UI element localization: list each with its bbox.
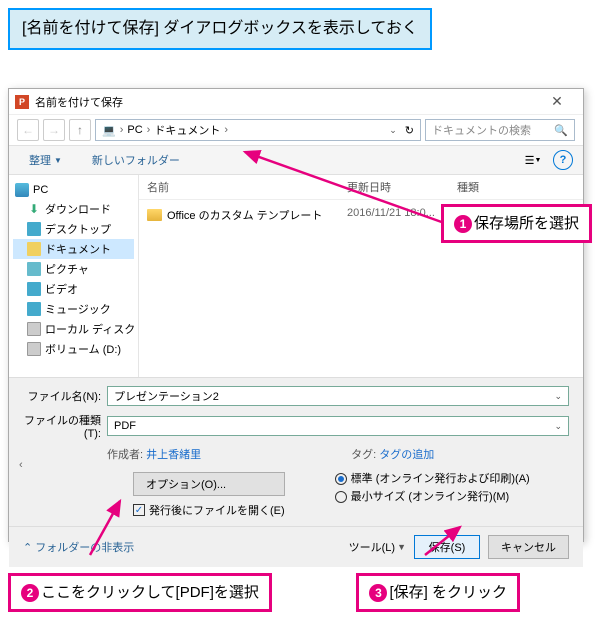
chevron-right-icon: ›	[224, 124, 228, 136]
videos-icon	[27, 282, 41, 296]
up-button[interactable]: ↑	[69, 119, 91, 141]
dialog-footer: ⌃ フォルダーの非表示 ツール(L)▼ 保存(S) キャンセル	[9, 526, 583, 567]
nav-bar: ← → ↑ 💻 › PC › ドキュメント › ⌄ ↻ ドキュメントの検索 🔍	[9, 115, 583, 145]
hide-folders-button[interactable]: ⌃ フォルダーの非表示	[23, 539, 134, 555]
callout-number: 1	[454, 215, 472, 233]
titlebar: P 名前を付けて保存 ✕	[9, 89, 583, 115]
chevron-up-icon: ⌃	[23, 541, 32, 554]
col-date[interactable]: 更新日時	[347, 179, 457, 195]
close-icon[interactable]: ✕	[537, 93, 577, 110]
tree-videos[interactable]: ビデオ	[13, 279, 134, 299]
radio-minimum[interactable]: 最小サイズ (オンライン発行)(M)	[335, 490, 530, 504]
new-folder-button[interactable]: 新しいフォルダー	[82, 149, 190, 171]
tree-pictures[interactable]: ピクチャ	[13, 259, 134, 279]
folder-tree: PC ⬇ダウンロード デスクトップ ドキュメント ピクチャ ビデオ ミュージック…	[9, 175, 139, 377]
callout-2: 2ここをクリックして[PDF]を選択	[8, 573, 272, 612]
callout-1: 1保存場所を選択	[441, 204, 592, 243]
refresh-icon[interactable]: ↻	[405, 124, 414, 137]
cancel-button[interactable]: キャンセル	[488, 535, 569, 559]
author-label: 作成者:	[107, 449, 143, 461]
tree-documents[interactable]: ドキュメント	[13, 239, 134, 259]
dialog-title: 名前を付けて保存	[35, 94, 537, 110]
callout-3: 3[保存] をクリック	[356, 573, 520, 612]
download-icon: ⬇	[27, 202, 41, 216]
form-area: ファイル名(N): プレゼンテーション2⌄ ファイルの種類(T): PDF⌄ 作…	[9, 377, 583, 526]
search-placeholder: ドキュメントの検索	[432, 122, 531, 138]
callout-number: 3	[369, 584, 387, 602]
tree-downloads[interactable]: ⬇ダウンロード	[13, 199, 134, 219]
radio-icon	[335, 473, 347, 485]
organize-button[interactable]: 整理▼	[19, 149, 72, 171]
breadcrumb-folder[interactable]: ドキュメント	[154, 122, 220, 138]
tree-volume[interactable]: ボリューム (D:)	[13, 339, 134, 359]
disk-icon	[27, 322, 41, 336]
filename-label: ファイル名(N):	[23, 388, 101, 404]
pc-icon: 💻	[102, 124, 116, 137]
radio-icon	[335, 491, 347, 503]
save-as-dialog: P 名前を付けて保存 ✕ ← → ↑ 💻 › PC › ドキュメント › ⌄ ↻…	[8, 88, 584, 542]
back-button[interactable]: ←	[17, 119, 39, 141]
chevron-down-icon: ⌄	[554, 421, 562, 432]
breadcrumb-pc[interactable]: PC	[127, 124, 142, 136]
author-value[interactable]: 井上香緒里	[146, 449, 201, 461]
desktop-icon	[27, 222, 41, 236]
options-button[interactable]: オプション(O)...	[133, 472, 285, 496]
powerpoint-icon: P	[15, 95, 29, 109]
file-list-header: 名前 更新日時 種類	[139, 175, 583, 200]
filetype-select[interactable]: PDF⌄	[107, 416, 569, 436]
forward-button[interactable]: →	[43, 119, 65, 141]
chevron-right-icon: ›	[120, 124, 124, 136]
search-icon: 🔍	[554, 124, 568, 137]
breadcrumb[interactable]: 💻 › PC › ドキュメント › ⌄ ↻	[95, 119, 421, 141]
folder-icon	[147, 209, 162, 221]
pc-icon	[15, 183, 29, 197]
chevron-down-icon: ⌄	[554, 391, 562, 402]
col-type[interactable]: 種類	[457, 179, 479, 195]
toolbar: 整理▼ 新しいフォルダー ☰▼ ?	[9, 145, 583, 175]
scroll-left-icon[interactable]: ‹	[19, 459, 23, 557]
tree-desktop[interactable]: デスクトップ	[13, 219, 134, 239]
radio-standard[interactable]: 標準 (オンライン発行および印刷)(A)	[335, 472, 530, 486]
chevron-down-icon[interactable]: ⌄	[389, 125, 397, 136]
view-button[interactable]: ☰▼	[523, 150, 543, 170]
pictures-icon	[27, 262, 41, 276]
documents-icon	[27, 242, 41, 256]
tree-music[interactable]: ミュージック	[13, 299, 134, 319]
search-input[interactable]: ドキュメントの検索 🔍	[425, 119, 575, 141]
checkbox-icon: ✓	[133, 504, 145, 516]
help-button[interactable]: ?	[553, 150, 573, 170]
col-name[interactable]: 名前	[147, 179, 347, 195]
filetype-label: ファイルの種類(T):	[23, 412, 101, 440]
tools-button[interactable]: ツール(L)▼	[349, 539, 406, 555]
instruction-caption: [名前を付けて保存] ダイアログボックスを表示しておく	[8, 8, 432, 50]
save-button[interactable]: 保存(S)	[414, 535, 480, 559]
filename-input[interactable]: プレゼンテーション2⌄	[107, 386, 569, 406]
tree-pc[interactable]: PC	[13, 181, 134, 199]
open-after-checkbox[interactable]: ✓ 発行後にファイルを開く(E)	[133, 502, 285, 518]
disk-icon	[27, 342, 41, 356]
chevron-right-icon: ›	[147, 124, 151, 136]
tags-label: タグ:	[351, 449, 376, 461]
callout-number: 2	[21, 584, 39, 602]
tags-value[interactable]: タグの追加	[379, 449, 434, 461]
tree-localdisk[interactable]: ローカル ディスク (C	[13, 319, 134, 339]
music-icon	[27, 302, 41, 316]
